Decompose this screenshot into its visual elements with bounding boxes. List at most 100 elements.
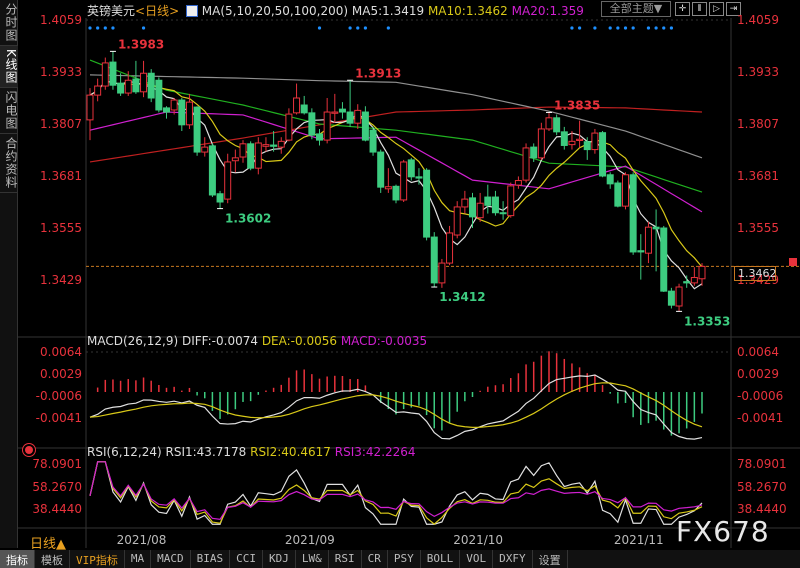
current-price-label: 1.3462 (734, 266, 777, 281)
macd-label: MACD(26,12,9) (87, 334, 179, 348)
candle-down (193, 106, 201, 153)
candle-down (346, 111, 354, 124)
low-annotation: 1.3412 (439, 290, 485, 304)
indicator-tab[interactable]: BOLL (421, 550, 461, 568)
event-marker (646, 26, 651, 30)
macd-tick-label: -0.0041 (737, 410, 784, 425)
candle-up (277, 140, 285, 148)
event-marker (654, 26, 658, 30)
indicator-tab[interactable]: KDJ (263, 550, 296, 568)
rsi-tick-label: 58.2670 (737, 479, 787, 494)
candle-down (430, 236, 438, 284)
macd-tick-label: -0.0006 (35, 388, 82, 403)
candle-down (338, 108, 346, 113)
candle-down (560, 131, 568, 146)
candle-down (132, 78, 140, 93)
macd-tick-label: 0.0029 (40, 366, 82, 381)
indicator-tab[interactable]: PSY (388, 550, 421, 568)
candle-up (140, 72, 148, 93)
candle-up (124, 79, 132, 94)
indicator-tab[interactable]: BIAS (191, 550, 231, 568)
rsi-settings-icon[interactable] (25, 446, 33, 454)
price-tick-label: 1.3681 (737, 169, 779, 183)
candle-down (599, 132, 607, 177)
candle-down (178, 99, 186, 126)
candle-down (308, 112, 316, 136)
rsi2-value: RSI2:40.4617 (250, 445, 331, 459)
price-tick-label: 1.3807 (40, 117, 82, 131)
indicator-tab[interactable]: CCI (230, 550, 263, 568)
rsi-header: RSI(6,12,24) RSI1:43.7178 RSI2:40.4617 R… (87, 445, 416, 459)
candle-up (94, 85, 102, 96)
rsi-tick-label: 38.4440 (737, 502, 787, 516)
event-marker (623, 26, 628, 30)
candle-up (522, 147, 530, 181)
date-tick-label: 2021/10 (453, 533, 504, 547)
symbol-title: 英镑美元 (87, 4, 136, 18)
rsi1-value: RSI1:43.7178 (165, 445, 247, 459)
price-tick-label: 1.4059 (737, 13, 779, 27)
candle-up (231, 157, 239, 162)
indicator-tab[interactable]: VIP指标 (70, 550, 125, 568)
date-tick-label: 2021/09 (284, 533, 335, 547)
event-marker (662, 26, 666, 30)
price-tick-label: 1.3555 (40, 221, 82, 235)
indicator-tab[interactable]: MACD (151, 550, 191, 568)
candle-up (293, 97, 301, 114)
macd-tick-label: -0.0006 (737, 388, 784, 403)
indicator-tab[interactable]: MA (125, 550, 152, 568)
zoom-out-button[interactable]: ▷ (709, 2, 724, 16)
indicator-tab[interactable]: VOL (460, 550, 494, 568)
event-marker (616, 26, 620, 30)
event-marker (348, 26, 352, 30)
ma-indicator-icon[interactable] (185, 5, 198, 17)
indicator-tab-bar: 指标 模板 VIP指标 MA MACD BIAS CCI KDJ LW& RSI CR PSY BOLL… (0, 550, 800, 568)
candle-down (683, 281, 691, 284)
crosshair-button[interactable]: ✛ (675, 2, 690, 16)
event-marker (593, 26, 597, 30)
candle-up (185, 101, 193, 126)
ma20-value: MA20:1.359 (511, 4, 584, 18)
candle-down (415, 176, 423, 179)
event-marker (356, 26, 360, 30)
indicator-tab[interactable]: 设置 (533, 550, 568, 568)
candle-down (117, 82, 125, 94)
event-marker (317, 26, 322, 30)
rsi-tick-label: 58.2670 (32, 479, 82, 494)
candle-up (331, 111, 339, 114)
macd-diff: DIFF:-0.0074 (181, 334, 258, 348)
candle-up (201, 146, 209, 153)
theme-dropdown[interactable]: 全部主题▼ (601, 1, 671, 17)
candle-down (491, 196, 499, 214)
macd-value: MACD:-0.0035 (340, 334, 428, 348)
event-marker (578, 26, 582, 30)
candle-up (254, 142, 262, 169)
date-tick-label: 2021/08 (116, 533, 167, 547)
indicator-tab[interactable]: 指标 (0, 550, 35, 568)
indicator-tab[interactable]: 模板 (35, 550, 70, 568)
period-selector[interactable]: <日线> (135, 4, 179, 18)
event-marker (570, 26, 574, 30)
candle-down (660, 227, 668, 292)
candle-down (155, 79, 163, 111)
candle-up (698, 265, 706, 280)
candle-up (285, 113, 293, 141)
indicator-tab[interactable]: CR (362, 550, 388, 568)
price-tick-label: 1.3807 (737, 117, 779, 131)
indicator-tab[interactable]: RSI (329, 550, 362, 568)
ma10-value: MA10:1.3462 (427, 4, 508, 18)
candle-down (392, 185, 400, 201)
price-tick-label: 1.3429 (40, 273, 82, 287)
rsi-tick-label: 78.0901 (737, 457, 787, 471)
candle-up (170, 99, 178, 111)
candle-down (369, 129, 377, 153)
zoom-in-button[interactable]: ⫴ (692, 2, 707, 16)
indicator-tab[interactable]: LW& (296, 550, 329, 568)
event-marker (141, 26, 146, 30)
price-marker-icon (789, 258, 797, 266)
candle-down (637, 250, 645, 253)
candle-down (377, 151, 385, 188)
event-marker (631, 26, 635, 30)
indicator-tab[interactable]: DXFY (493, 550, 533, 568)
candle-up (400, 161, 408, 201)
